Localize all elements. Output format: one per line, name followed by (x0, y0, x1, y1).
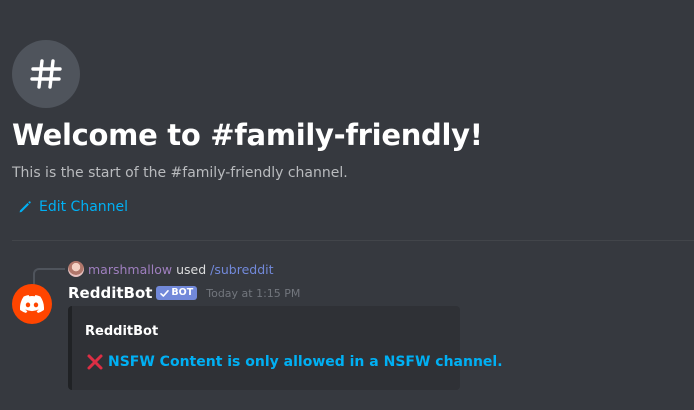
pencil-icon (19, 201, 31, 213)
message-timestamp: Today at 1:15 PM (206, 286, 301, 300)
bot-tag: BOT (156, 286, 198, 300)
edit-channel-link[interactable]: Edit Channel (18, 199, 128, 215)
message-header: RedditBot BOT Today at 1:15 PM (68, 284, 300, 302)
edit-channel-label: Edit Channel (39, 199, 129, 215)
checkmark-icon (160, 289, 170, 297)
welcome-subtitle: This is the start of the #family-friendl… (12, 165, 348, 181)
channel-hash-avatar (12, 40, 80, 108)
discord-logo-icon (20, 295, 44, 313)
reply-command[interactable]: /subreddit (210, 262, 273, 277)
hashtag-icon (30, 59, 62, 89)
channel-divider (12, 240, 694, 241)
reply-reference[interactable]: marshmallow used /subreddit (68, 261, 274, 277)
embed-description-text: NSFW Content is only allowed in a NSFW c… (108, 354, 503, 370)
bot-avatar[interactable] (12, 284, 52, 324)
message-embed: RedditBot NSFW Content is only allowed i… (68, 306, 503, 390)
embed-description: NSFW Content is only allowed in a NSFW c… (85, 352, 503, 372)
reply-spine (33, 268, 65, 286)
bot-tag-label: BOT (171, 287, 194, 298)
reply-verb: used (176, 261, 207, 277)
embed-title: RedditBot (85, 324, 159, 339)
author-name[interactable]: RedditBot (68, 284, 152, 302)
reply-user-avatar[interactable] (68, 261, 84, 277)
red-x-icon (87, 354, 103, 370)
welcome-title: Welcome to #family-friendly! (12, 118, 483, 152)
reply-username[interactable]: marshmallow (88, 262, 172, 277)
